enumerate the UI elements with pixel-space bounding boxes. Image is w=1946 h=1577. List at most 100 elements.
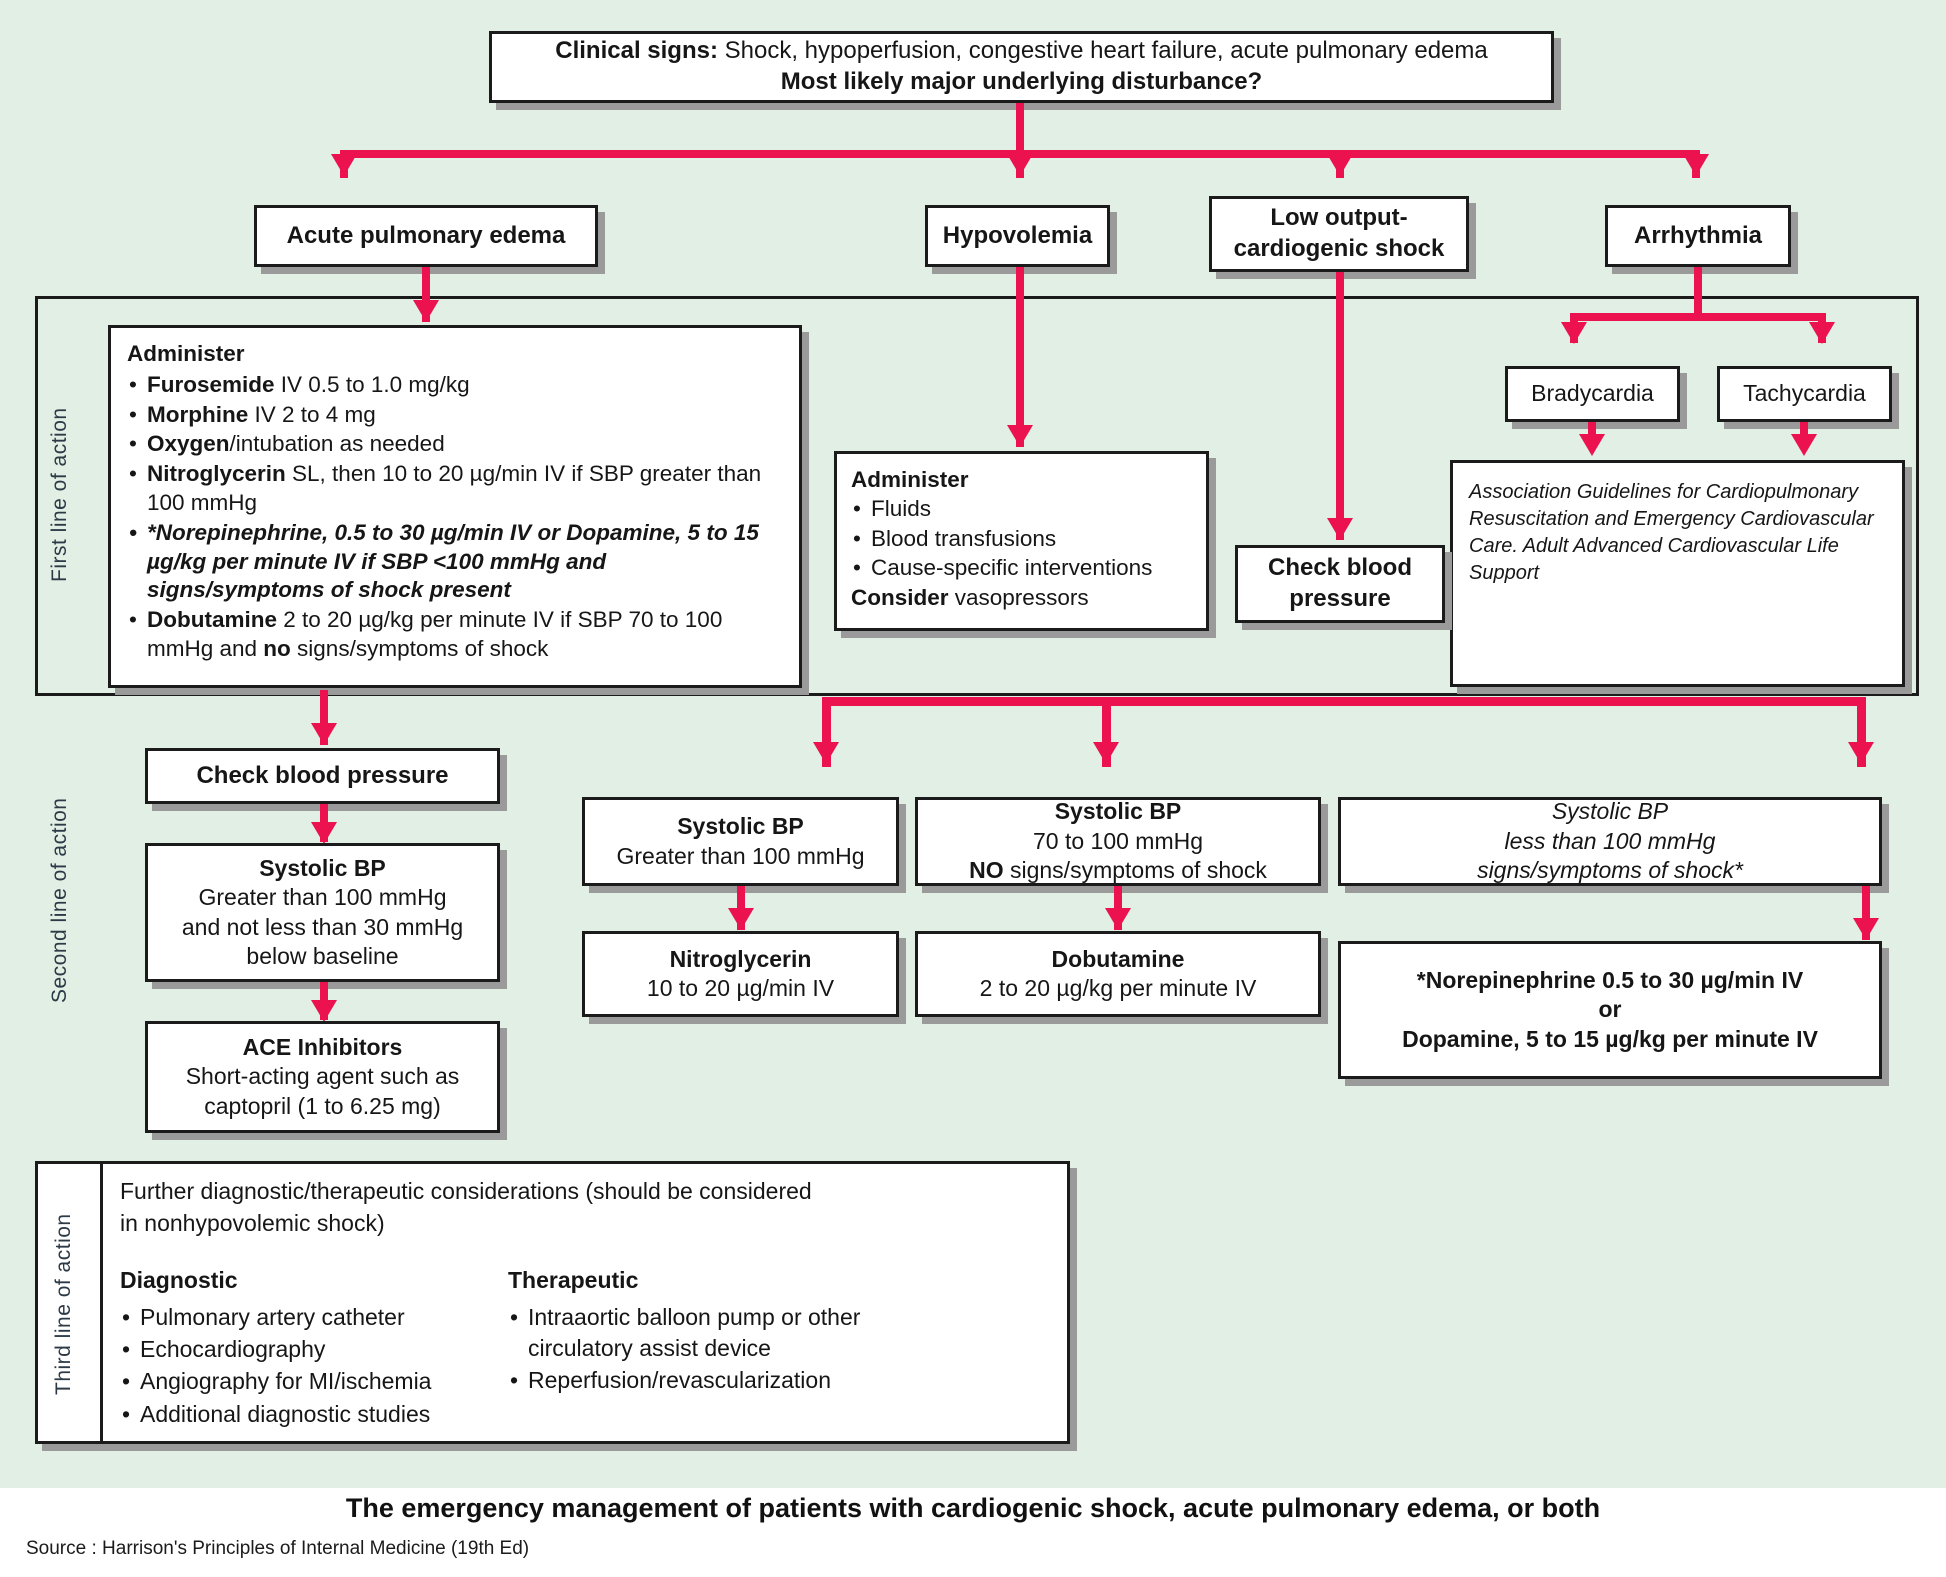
administer-hypovolemia-list: Fluids Blood transfusions Cause-specific… [851,495,1192,584]
check-blood-pressure-left-box: Check blood pressure [145,748,500,804]
aha-guidelines-box: Association Guidelines for Cardiopulmona… [1450,460,1905,687]
root-stem [1016,103,1024,155]
branch-label-low-output-l1: Low output- [1270,204,1408,232]
check-bp-right-l1: Check blood [1267,554,1412,582]
systolic-bp-left-l2: and not less than 30 mmHg [181,913,464,940]
lowoutput-to-checkbp-stem [1336,272,1344,540]
dobutamine-dose: 2 to 20 µg/kg per minute IV [979,975,1257,1001]
therapeutic-item-reperfusion: Reperfusion/revascularization [508,1365,928,1396]
nitroglycerin-dose: 10 to 20 µg/min IV [646,975,835,1001]
systolic-bp-left-l1: Greater than 100 mmHg [198,884,447,911]
administer-hypovolemia-heading: Administer [851,467,969,492]
arrhythmia-arrow-tachy [1809,322,1835,344]
dobutamine-title: Dobutamine [1051,945,1185,972]
diagnostic-item-pac: Pulmonary artery catheter [120,1302,508,1333]
consider-text: vasopressors [948,585,1089,611]
systolic-bp-col-a-title: Systolic BP [677,813,804,840]
administer-edema-heading: Administer [127,341,245,366]
lowoutput-to-checkbp-arrow [1327,518,1353,540]
diagnostic-heading: Diagnostic [120,1267,238,1294]
check-bp-right-l2: pressure [1289,585,1391,612]
clinical-signs-text: Shock, hypoperfusion, congestive heart f… [717,37,1488,65]
administer-edema-item-dobutamine: Dobutamine 2 to 20 µg/kg per minute IV i… [127,606,783,664]
brady-to-guidelines-arrow [1579,434,1605,456]
norepinephrine-line: *Norepinephrine 0.5 to 30 µg/min IV [1416,966,1804,993]
nitroglycerin-title: Nitroglycerin [669,945,812,972]
administer-edema-item-morphine: Morphine IV 2 to 4 mg [127,401,783,430]
administer-edema-item-furosemide: Furosemide IV 0.5 to 1.0 mg/kg [127,371,783,400]
col-a-connector-arrow [728,908,754,930]
edema-to-administer-arrow [413,300,439,322]
consider-label: Consider [851,585,949,611]
systolic-bp-col-c-l3: signs/symptoms of shock* [1477,857,1743,884]
systolic-bp-col-b-box: Systolic BP 70 to 100 mmHg NO signs/symp… [915,797,1321,886]
third-line-intro-l2: in nonhypovolemic shock) [120,1210,385,1237]
clinical-signs-label: Clinical signs: [555,37,718,65]
branch-label-arrhythmia: Arrhythmia [1633,221,1763,249]
second-line-arrow-c [1848,742,1874,764]
edema-to-checkbp-arrow [311,723,337,745]
item-dose: IV 0.5 to 1.0 mg/kg [274,371,470,397]
norepinephrine-dopamine-box: *Norepinephrine 0.5 to 30 µg/min IV or D… [1338,941,1882,1079]
second-line-of-action-label: Second line of action [48,797,71,1003]
third-line-intro: Further diagnostic/therapeutic considera… [120,1175,1050,1239]
diagnostic-item-additional: Additional diagnostic studies [120,1399,508,1430]
hypovolemia-to-administer-stem [1016,267,1024,447]
branch-box-acute-pulmonary-edema: Acute pulmonary edema [254,205,598,267]
branch-arrow-edema [331,154,357,176]
arrhythmia-split-bar [1570,313,1826,321]
item-dose: /intubation as needed [229,431,445,457]
branch-label-bradycardia: Bradycardia [1531,380,1654,407]
administer-hypovolemia-box: Administer Fluids Blood transfusions Cau… [834,451,1209,631]
item-drug-name: *Norepinephrine, 0.5 to 30 µg/min IV or … [147,519,759,603]
second-line-arrow-b [1093,742,1119,764]
branch-box-low-output-cardiogenic-shock: Low output- cardiogenic shock [1209,196,1469,272]
branch-box-bradycardia: Bradycardia [1505,366,1680,422]
aha-guidelines-text: Association Guidelines for Cardiopulmona… [1469,481,1874,584]
branch-arrow-hypovolemia [1007,154,1033,176]
second-line-distributor-bar [822,697,1866,706]
no-text: signs/symptoms of shock [1003,857,1267,884]
third-line-content: Further diagnostic/therapeutic considera… [120,1175,1050,1430]
systolic-bp-left-box: Systolic BP Greater than 100 mmHg and no… [145,843,500,982]
nitroglycerin-box: Nitroglycerin 10 to 20 µg/min IV [582,931,899,1017]
figure-caption: The emergency management of patients wit… [345,1493,1601,1523]
item-emphasis: no [263,635,291,661]
item-dose-cont: signs/symptoms of shock [290,635,549,661]
or-line: or [1598,996,1622,1023]
item-drug-name: Oxygen [147,431,230,457]
systolic-bp-left-l3: below baseline [246,942,399,969]
no-emphasis: NO [969,857,1004,884]
clinical-signs-box: Clinical signs: Shock, hypoperfusion, co… [489,31,1554,103]
administer-hypovolemia-item-blood: Blood transfusions [851,525,1192,554]
third-line-diagnostic-column: Diagnostic Pulmonary artery catheter Ech… [120,1267,508,1430]
checkbp-to-sbp-left-arrow [311,822,337,844]
administer-edema-list: Furosemide IV 0.5 to 1.0 mg/kg Morphine … [127,371,783,665]
systolic-bp-col-a-l1: Greater than 100 mmHg [616,842,865,869]
administer-hypovolemia-item-cause: Cause-specific interventions [851,554,1192,583]
dobutamine-box: Dobutamine 2 to 20 µg/kg per minute IV [915,931,1321,1017]
branch-label-tachycardia: Tachycardia [1743,380,1866,407]
second-line-arrow-a [813,742,839,764]
col-b-connector-arrow [1105,908,1131,930]
clinical-signs-question: Most likely major underlying disturbance… [780,68,1263,95]
check-blood-pressure-right-box: Check blood pressure [1235,545,1445,623]
administer-hypovolemia-consider: Consider vasopressors [851,584,1192,613]
systolic-bp-col-b-l2: NO signs/symptoms of shock [969,856,1267,885]
item-drug-name: Nitroglycerin [147,461,286,487]
third-line-divider [100,1161,103,1444]
diagnostic-list: Pulmonary artery catheter Echocardiograp… [120,1302,508,1429]
diagnostic-item-echo: Echocardiography [120,1334,508,1365]
branch-arrow-lowoutput [1327,154,1353,176]
systolic-bp-col-a-box: Systolic BP Greater than 100 mmHg [582,797,899,886]
systolic-bp-left-title: Systolic BP [259,854,386,881]
third-line-of-action-label: Third line of action [52,1213,75,1395]
third-line-columns: Diagnostic Pulmonary artery catheter Ech… [120,1267,1050,1430]
administer-edema-item-nitroglycerin: Nitroglycerin SL, then 10 to 20 µg/min I… [127,460,783,518]
ace-inhibitors-box: ACE Inhibitors Short-acting agent such a… [145,1021,500,1133]
third-line-therapeutic-column: Therapeutic Intraaortic balloon pump or … [508,1267,928,1430]
systolic-bp-col-c-box: Systolic BP less than 100 mmHg signs/sym… [1338,797,1882,886]
ace-inhibitors-title: ACE Inhibitors [242,1033,403,1060]
systolic-bp-col-b-l1: 70 to 100 mmHg [1032,827,1204,854]
hypovolemia-to-administer-arrow [1007,425,1033,447]
